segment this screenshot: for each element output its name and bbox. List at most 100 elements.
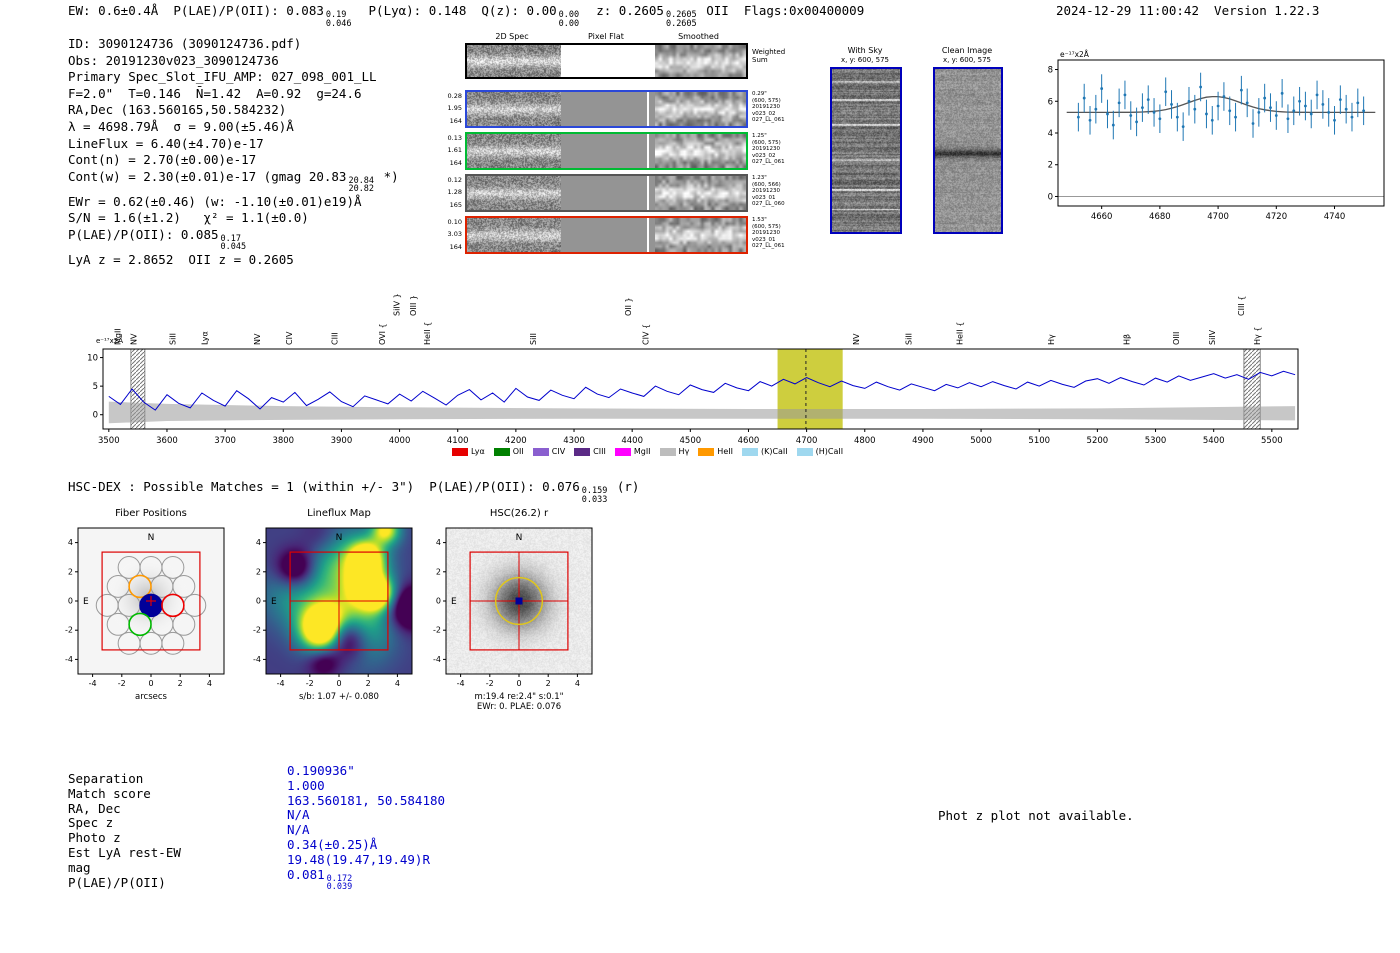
spec2d-weighted-flat-blank [561, 45, 655, 77]
spec2d-weighted-sum-strip [465, 43, 748, 79]
svg-text:NV: NV [253, 333, 262, 345]
svg-text:N: N [336, 533, 343, 543]
svg-text:4600: 4600 [738, 436, 760, 446]
match-row-label: Est LyA rest-EW [68, 844, 181, 860]
svg-text:0: 0 [68, 597, 73, 606]
svg-text:2: 2 [546, 679, 551, 688]
svg-text:CIV: CIV [285, 331, 294, 345]
spec2d-row-stats: 0.12 1.28 165 [447, 176, 462, 209]
svg-text:2: 2 [1048, 161, 1053, 171]
info-line: RA,Dec (163.560165,50.584232) [68, 102, 287, 118]
hsc-mag-caption: m:19.4 re:2.4" s:0.1" [474, 692, 564, 702]
match-row-label: mag [68, 859, 91, 875]
weighted-sum-label-line1: Weighted [752, 48, 786, 56]
hsc-cutout-plot: N E -4 -4 -2 -2 0 0 2 2 4 4 [433, 527, 593, 688]
stacked-uncertainty: 20.84 20.82 [348, 175, 375, 195]
with-sky-title: With Sky [847, 46, 883, 55]
pixelflat-white-line [647, 92, 649, 126]
legend-swatch [574, 447, 591, 456]
svg-text:2: 2 [68, 567, 73, 576]
legend-label: (H)CaII [815, 447, 844, 456]
svg-text:4660: 4660 [1091, 212, 1113, 222]
svg-text:2: 2 [256, 567, 261, 576]
svg-text:Hγ {: Hγ { [1253, 327, 1262, 345]
svg-text:-4: -4 [89, 679, 97, 688]
stacked-uncertainty: 0.19 0.046 [325, 10, 352, 29]
svg-text:6: 6 [1048, 97, 1053, 107]
svg-text:NV: NV [130, 333, 139, 345]
svg-text:MgII: MgII [113, 328, 122, 345]
lineflux-map-plot: N E -4 -4 -2 -2 0 0 2 2 4 4 [253, 527, 413, 688]
with-sky-coords: x, y: 600, 575 [841, 56, 889, 64]
spec2d-row-raw-image [467, 134, 561, 168]
legend-label: OII [512, 447, 524, 456]
hsc-cutout-panel: HSC(26.2) r N E -4 -4 -2 -2 0 0 2 2 4 4 m:19.4 re:2… [424, 508, 614, 712]
svg-text:0: 0 [148, 679, 153, 688]
match-row-label: Separation [68, 771, 144, 786]
svg-text:0: 0 [93, 411, 98, 421]
info-line: F=2.0" T=0.146 N̄=1.42 A=0.92 g=24.6 [68, 85, 362, 101]
spec2d-row-annotation: 1.25" (600, 575) 20191230 v023_02 027_LL_061 [752, 133, 785, 166]
svg-text:4000: 4000 [389, 436, 411, 446]
lineflux-sb-caption: s/b: 1.07 +/- 0.080 [299, 692, 379, 702]
svg-text:4740: 4740 [1324, 212, 1346, 222]
svg-text:E: E [451, 597, 457, 607]
hsc-ewr-plae-caption: EWr: 0. PLAE: 0.076 [476, 702, 562, 712]
photz-unavailable-note: Phot z plot not available. [938, 808, 1134, 823]
info-line: LineFlux = 6.40(±4.70)e-17 [68, 135, 264, 151]
svg-text:0: 0 [1048, 192, 1053, 202]
full-spectrum-plot: 3500 3600 3700 3800 3900 4000 4100 4200 4300 4400… [87, 293, 1299, 446]
header-timestamp-version: 2024-12-29 11:00:42 Version 1.22.3 [1056, 3, 1320, 18]
spec2d-row-pixelflat [561, 176, 655, 210]
legend-item: CIII [574, 447, 606, 456]
svg-text:4680: 4680 [1149, 212, 1171, 222]
info-line: EWr = 0.62(±0.46) (w: -1.10(±0.01)e19)Å [68, 193, 362, 209]
svg-text:-2: -2 [65, 626, 73, 635]
legend-swatch [614, 447, 631, 456]
info-line: S/N = 1.6(±1.2) χ² = 1.1(±0.0) [68, 210, 309, 226]
legend-swatch [532, 447, 549, 456]
svg-text:SiIV }: SiIV } [393, 293, 402, 316]
with-sky-image [830, 67, 902, 234]
spec2d-row-smoothed-image [655, 134, 746, 168]
legend-label: Hγ [678, 447, 690, 456]
match-row-label: Match score [68, 785, 151, 801]
svg-text:5000: 5000 [970, 436, 992, 446]
legend-label: CIII [593, 447, 606, 456]
svg-text:-2: -2 [118, 679, 126, 688]
svg-text:4: 4 [436, 538, 441, 547]
col-header-smoothed: Smoothed [678, 32, 719, 41]
svg-text:2: 2 [436, 567, 441, 576]
svg-text:4700: 4700 [1207, 212, 1229, 222]
match-row-value: 0.34(±0.25)Å [287, 836, 378, 852]
svg-text:Lyα: Lyα [201, 331, 210, 345]
svg-text:4: 4 [256, 538, 261, 547]
svg-text:-4: -4 [253, 655, 261, 664]
fiber-positions-panel: Fiber Positions N E -4 -4 -2 -2 0 0 2 2 4 4 arcsecs [56, 508, 246, 702]
pixelflat-white-line [647, 176, 649, 210]
svg-text:3500: 3500 [98, 436, 120, 446]
info-line: Obs: 20191230v023_3090124736 [68, 52, 279, 68]
weighted-sum-label-line2: Sum [752, 56, 768, 64]
svg-text:-4: -4 [433, 655, 441, 664]
legend-swatch [452, 447, 468, 456]
info-line: λ = 4698.79Å σ = 9.00(±5.46)Å [68, 118, 294, 134]
stacked-uncertainty: 0.159 0.033 [581, 486, 608, 505]
spec2d-row-strip [465, 90, 748, 128]
spec2d-row-strip [465, 132, 748, 170]
legend-label: Lyα [471, 447, 485, 456]
svg-text:2: 2 [178, 679, 183, 688]
spec2d-row-pixelflat [561, 134, 655, 168]
svg-text:3700: 3700 [214, 436, 236, 446]
match-row-label: RA, Dec [68, 800, 121, 816]
stacked-uncertainty: 0.00 0.00 [558, 10, 580, 29]
svg-text:OIII }: OIII } [409, 295, 418, 316]
match-row-label: P(LAE)/P(OII) [68, 874, 166, 890]
svg-text:4700: 4700 [796, 436, 818, 446]
svg-text:e⁻¹⁷x2Å: e⁻¹⁷x2Å [1060, 50, 1090, 59]
svg-text:5400: 5400 [1203, 436, 1225, 446]
legend-swatch [659, 447, 676, 456]
svg-text:HeII {: HeII { [423, 322, 432, 345]
line-fit-plot: 4660 4680 4700 4720 4740 0 2 4 6 8 e⁻¹⁷x2Å [1048, 50, 1385, 222]
svg-text:4: 4 [207, 679, 212, 688]
